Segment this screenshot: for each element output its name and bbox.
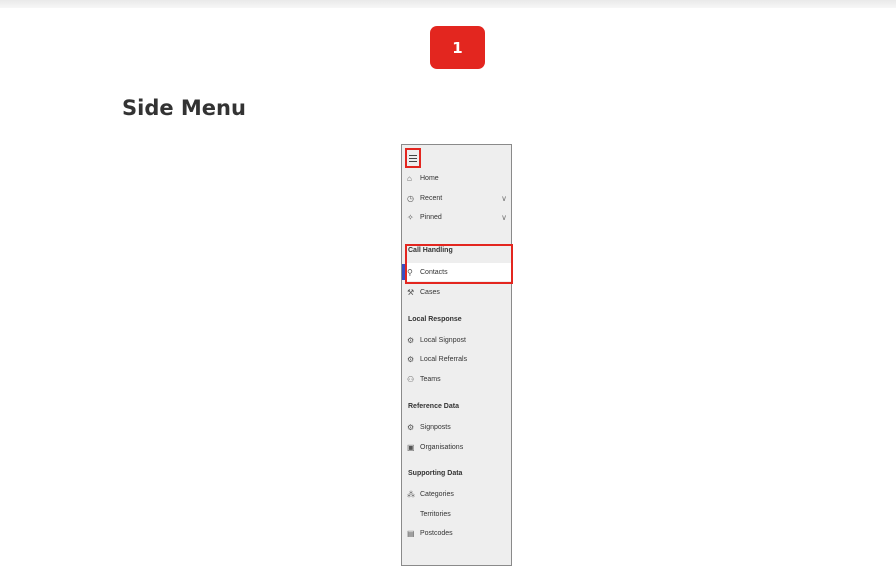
top-divider	[0, 0, 896, 8]
menu-item-territories[interactable]: Territories	[402, 506, 511, 522]
clock-icon: ◷	[407, 193, 414, 203]
menu-item-label: Categories	[420, 490, 454, 498]
categories-icon: ⁂	[407, 489, 415, 499]
menu-item-home[interactable]: ⌂ Home	[402, 170, 511, 186]
menu-item-label: Cases	[420, 288, 440, 296]
group-title-supporting-data: Supporting Data	[408, 470, 463, 477]
menu-item-cases[interactable]: ⚒ Cases	[402, 284, 511, 300]
side-menu-panel: ⌂ Home ◷ Recent ∨ ✧ Pinned ∨ Call Handli…	[401, 144, 513, 566]
menu-item-label: Postcodes	[420, 529, 453, 537]
menu-item-label: Organisations	[420, 443, 464, 451]
menu-item-label: Pinned	[420, 213, 442, 221]
pin-icon: ✧	[407, 212, 414, 222]
teams-icon: ⚇	[407, 374, 415, 384]
page-heading: Side Menu	[122, 96, 246, 120]
menu-item-postcodes[interactable]: ▤ Postcodes	[402, 525, 511, 541]
menu-item-recent[interactable]: ◷ Recent ∨	[402, 190, 511, 206]
organisation-icon: ▣	[407, 442, 415, 452]
group-title-reference-data: Reference Data	[408, 403, 459, 410]
menu-item-organisations[interactable]: ▣ Organisations	[402, 439, 511, 455]
home-icon: ⌂	[407, 173, 412, 183]
highlight-box	[405, 244, 513, 284]
chevron-down-icon[interactable]: ∨	[497, 213, 511, 222]
signpost-icon: ⚙	[407, 354, 415, 364]
menu-item-label: Territories	[420, 510, 451, 518]
signpost-icon: ⚙	[407, 335, 415, 345]
menu-item-label: Signposts	[420, 423, 451, 431]
step-number-badge: 1	[430, 26, 485, 69]
menu-item-label: Teams	[420, 375, 441, 383]
menu-item-local-referrals[interactable]: ⚙ Local Referrals	[402, 351, 511, 367]
menu-item-teams[interactable]: ⚇ Teams	[402, 371, 511, 387]
chevron-down-icon[interactable]: ∨	[497, 194, 511, 203]
menu-item-pinned[interactable]: ✧ Pinned ∨	[402, 209, 511, 225]
postcode-icon: ▤	[407, 528, 415, 538]
group-title-local-response: Local Response	[408, 316, 462, 323]
menu-item-label: Local Referrals	[420, 355, 468, 363]
menu-item-signposts[interactable]: ⚙ Signposts	[402, 419, 511, 435]
signpost-icon: ⚙	[407, 422, 415, 432]
menu-item-label: Local Signpost	[420, 336, 466, 344]
menu-item-label: Recent	[420, 194, 443, 202]
menu-item-local-signpost[interactable]: ⚙ Local Signpost	[402, 332, 511, 348]
wrench-icon: ⚒	[407, 287, 415, 297]
hamburger-menu-icon[interactable]	[405, 148, 421, 168]
menu-item-categories[interactable]: ⁂ Categories	[402, 486, 511, 502]
menu-item-label: Home	[420, 174, 439, 182]
